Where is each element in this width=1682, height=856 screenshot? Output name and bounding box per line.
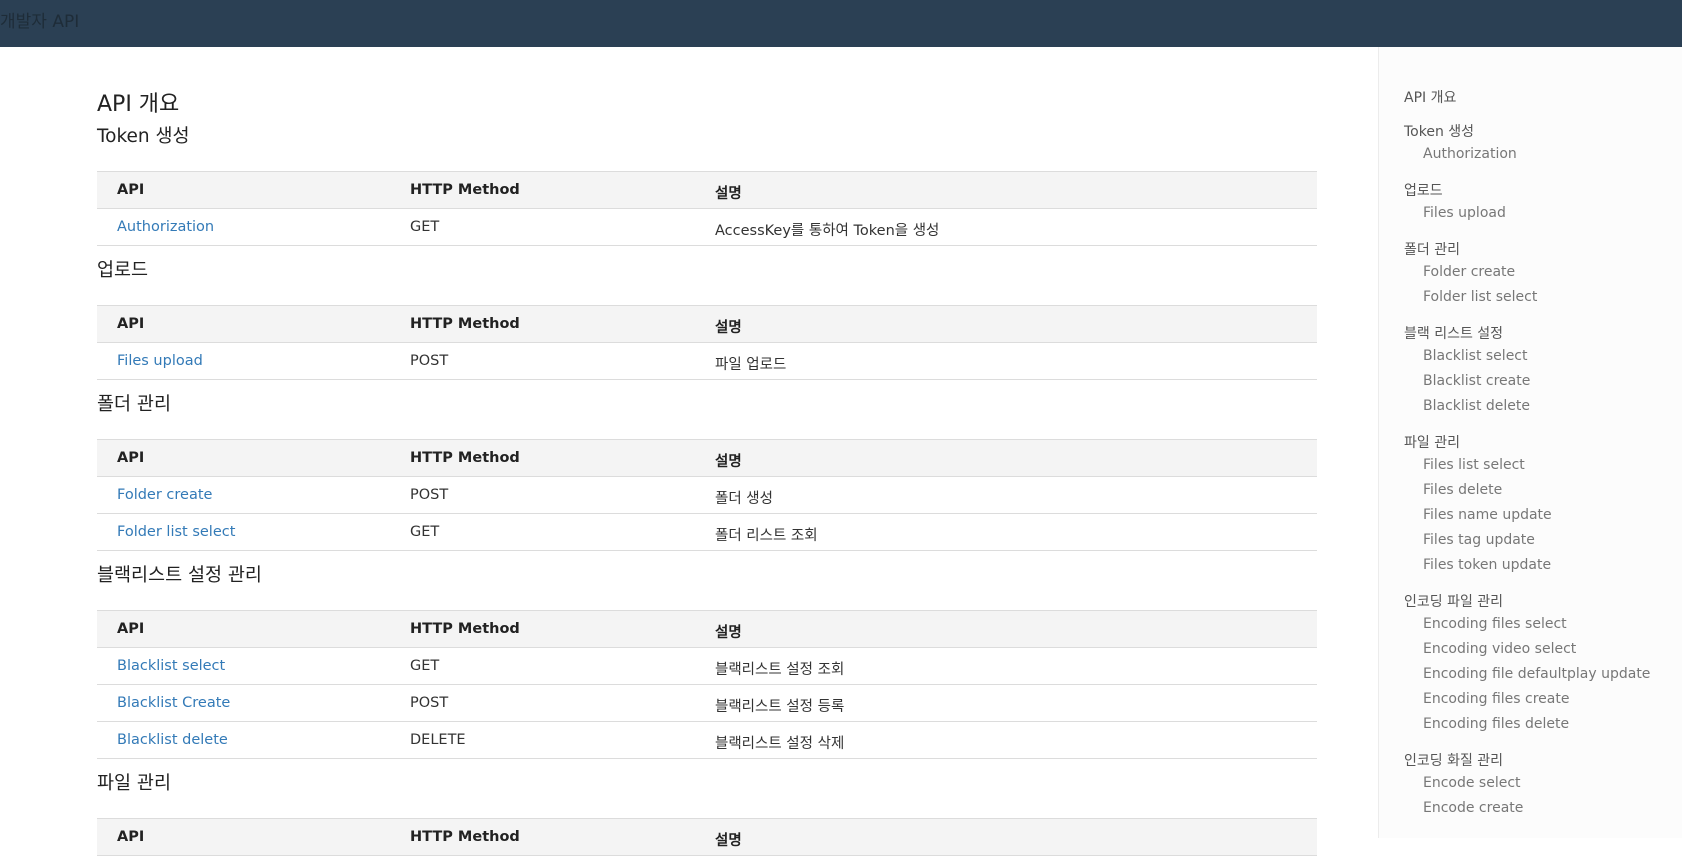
toc-group-3[interactable]: 업로드: [1404, 180, 1443, 200]
toc-group-1[interactable]: API 개요: [1404, 87, 1456, 107]
table-row: Folder create POST 폴더 생성: [97, 477, 1317, 514]
http-method: POST: [410, 695, 449, 711]
section-2-title: 업로드: [97, 260, 149, 281]
toc-item-blacklist-delete[interactable]: Blacklist delete: [1423, 398, 1530, 414]
api-description: 블랙리스트 설정 조회: [715, 662, 845, 678]
column-header: API: [117, 621, 145, 637]
page-title: API 개요: [97, 92, 180, 117]
api-description: 폴더 생성: [715, 491, 773, 507]
column-header: 설명: [715, 454, 742, 470]
toc-item-folder-create[interactable]: Folder create: [1423, 264, 1515, 280]
api-description: AccessKey를 통하여 Token을 생성: [715, 223, 940, 239]
toc-item-blacklist-select[interactable]: Blacklist select: [1423, 348, 1528, 364]
table-header-row: API HTTP Method 설명: [97, 440, 1317, 477]
toc-item-files-delete[interactable]: Files delete: [1423, 482, 1502, 498]
toc-item-folder-list-select[interactable]: Folder list select: [1423, 289, 1537, 305]
toc-item-files-token-update[interactable]: Files token update: [1423, 557, 1551, 573]
column-header: API: [117, 316, 145, 332]
right-toc-sidebar: API 개요 Token 생성 Authorization 업로드 Files uplo…: [1378, 47, 1682, 838]
toc-item-authorization[interactable]: Authorization: [1423, 146, 1517, 162]
column-header: 설명: [715, 625, 742, 641]
top-navbar: 개발자 API: [0, 0, 1682, 47]
toc-item-encoding-files-create[interactable]: Encoding files create: [1423, 691, 1569, 707]
table-row: Blacklist select GET 블랙리스트 설정 조회: [97, 648, 1317, 685]
api-description: 블랙리스트 설정 삭제: [715, 736, 845, 752]
toc-item-blacklist-create[interactable]: Blacklist create: [1423, 373, 1530, 389]
toc-group-4[interactable]: 폴더 관리: [1404, 239, 1460, 259]
http-method: GET: [410, 658, 440, 674]
table-row: Authorization GET AccessKey를 통하여 Token을 생성: [97, 209, 1317, 246]
column-header: 설명: [715, 320, 742, 336]
section-3-table: API HTTP Method 설명 Folder create POST 폴더 생성 Fo…: [97, 439, 1317, 551]
section-1-table: API HTTP Method 설명 Authorization GET AccessKe…: [97, 171, 1317, 246]
table-row: Blacklist delete DELETE 블랙리스트 설정 삭제: [97, 722, 1317, 759]
toc-item-encoding-files-select[interactable]: Encoding files select: [1423, 616, 1567, 632]
column-header: 설명: [715, 833, 742, 849]
column-header: 설명: [715, 186, 742, 202]
http-method: DELETE: [410, 732, 466, 748]
api-link-blacklist-delete[interactable]: Blacklist delete: [117, 732, 228, 748]
column-header: API: [117, 450, 145, 466]
toc-group-7[interactable]: 인코딩 파일 관리: [1404, 591, 1503, 611]
toc-group-8[interactable]: 인코딩 화질 관리: [1404, 750, 1503, 770]
table-header-row: API HTTP Method 설명: [97, 172, 1317, 209]
api-description: 폴더 리스트 조회: [715, 528, 818, 544]
section-2-table: API HTTP Method 설명 Files upload POST 파일 업로드: [97, 305, 1317, 380]
section-1-title: Token 생성: [97, 126, 190, 147]
column-header: HTTP Method: [410, 621, 520, 637]
column-header: HTTP Method: [410, 316, 520, 332]
toc-group-2[interactable]: Token 생성: [1404, 121, 1474, 141]
toc-item-encoding-video-select[interactable]: Encoding video select: [1423, 641, 1576, 657]
api-link-authorization[interactable]: Authorization: [117, 219, 214, 235]
table-row: Folder list select GET 폴더 리스트 조회: [97, 514, 1317, 551]
toc-item-encode-create[interactable]: Encode create: [1423, 800, 1523, 816]
table-row: Files upload POST 파일 업로드: [97, 343, 1317, 380]
api-link-folder-create[interactable]: Folder create: [117, 487, 212, 503]
toc-item-encode-select[interactable]: Encode select: [1423, 775, 1521, 791]
toc-group-5[interactable]: 블랙 리스트 설정: [1404, 323, 1503, 343]
table-header-row: API HTTP Method 설명: [97, 306, 1317, 343]
http-method: POST: [410, 487, 449, 503]
table-header-row: API HTTP Method 설명: [97, 611, 1317, 648]
http-method: GET: [410, 524, 440, 540]
table-row: Blacklist Create POST 블랙리스트 설정 등록: [97, 685, 1317, 722]
api-link-files-upload[interactable]: Files upload: [117, 353, 203, 369]
column-header: API: [117, 182, 145, 198]
toc-item-files-upload[interactable]: Files upload: [1423, 205, 1506, 221]
section-3-title: 폴더 관리: [97, 394, 171, 415]
column-header: API: [117, 829, 145, 845]
section-4-table: API HTTP Method 설명 Blacklist select GET 블랙리스트…: [97, 610, 1317, 759]
api-description: 파일 업로드: [715, 357, 787, 373]
app-title[interactable]: 개발자 API: [0, 7, 79, 32]
http-method: GET: [410, 219, 440, 235]
column-header: HTTP Method: [410, 450, 520, 466]
section-4-title: 블랙리스트 설정 관리: [97, 565, 262, 586]
api-link-blacklist-create[interactable]: Blacklist Create: [117, 695, 230, 711]
toc-item-files-list-select[interactable]: Files list select: [1423, 457, 1525, 473]
api-description: 블랙리스트 설정 등록: [715, 699, 845, 715]
toc-item-encoding-file-defaultplay-update[interactable]: Encoding file defaultplay update: [1423, 666, 1650, 682]
toc-item-encoding-files-delete[interactable]: Encoding files delete: [1423, 716, 1569, 732]
api-link-blacklist-select[interactable]: Blacklist select: [117, 658, 225, 674]
section-5-table: API HTTP Method 설명: [97, 818, 1317, 856]
column-header: HTTP Method: [410, 829, 520, 845]
section-5-title: 파일 관리: [97, 773, 171, 794]
http-method: POST: [410, 353, 449, 369]
api-link-folder-list-select[interactable]: Folder list select: [117, 524, 235, 540]
toc-item-files-name-update[interactable]: Files name update: [1423, 507, 1552, 523]
toc-group-6[interactable]: 파일 관리: [1404, 432, 1460, 452]
toc-item-files-tag-update[interactable]: Files tag update: [1423, 532, 1535, 548]
column-header: HTTP Method: [410, 182, 520, 198]
